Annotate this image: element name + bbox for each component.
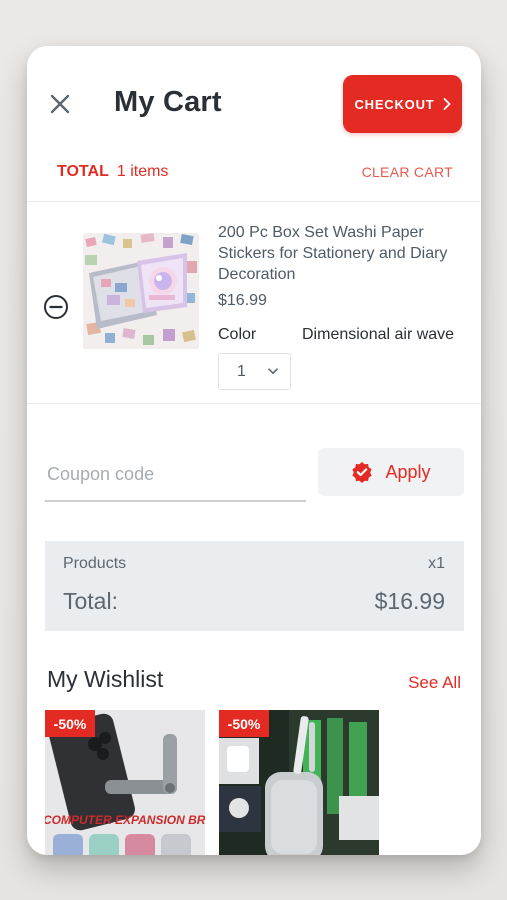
divider bbox=[27, 403, 481, 404]
close-icon[interactable] bbox=[47, 91, 73, 117]
wishlist-item[interactable]: -50% COMPUTER EXPANSION BRACKET bbox=[45, 710, 205, 855]
cart-total-summary: TOTAL 1 items bbox=[57, 163, 168, 181]
product-image[interactable] bbox=[83, 233, 199, 349]
product-price: $16.99 bbox=[218, 292, 267, 309]
apply-label: Apply bbox=[385, 461, 431, 482]
product-name[interactable]: 200 Pc Box Set Washi Paper Stickers for … bbox=[218, 222, 468, 285]
total-value: $16.99 bbox=[374, 588, 445, 614]
quantity-value: 1 bbox=[237, 362, 246, 380]
option-label: Color bbox=[218, 326, 257, 343]
order-summary: Products x1 Total: $16.99 bbox=[45, 541, 464, 631]
total-label: TOTAL bbox=[57, 163, 109, 180]
option-value: Dimensional air wave bbox=[302, 326, 455, 343]
page-title: My Cart bbox=[114, 86, 222, 118]
banner-text: COMPUTER EXPANSION BRACKET bbox=[45, 813, 205, 827]
checkout-button-label: CHECKOUT bbox=[354, 96, 435, 112]
cart-header: My Cart CHECKOUT bbox=[27, 46, 481, 156]
coupon-input[interactable] bbox=[45, 448, 306, 502]
verified-badge-icon bbox=[352, 462, 373, 483]
wishlist-title: My Wishlist bbox=[47, 666, 164, 692]
products-qty: x1 bbox=[428, 555, 445, 572]
divider bbox=[27, 201, 481, 202]
total-label: Total: bbox=[63, 588, 118, 614]
apply-coupon-button[interactable]: Apply bbox=[318, 448, 464, 496]
clear-cart-button[interactable]: CLEAR CART bbox=[362, 164, 453, 180]
discount-badge: -50% bbox=[219, 710, 269, 737]
remove-item-icon[interactable] bbox=[43, 294, 69, 320]
chevron-right-icon bbox=[443, 98, 450, 110]
items-count: 1 items bbox=[116, 163, 169, 180]
discount-badge: -50% bbox=[45, 710, 95, 737]
quantity-select[interactable]: 1 bbox=[218, 353, 291, 390]
products-label: Products bbox=[63, 555, 127, 572]
wishlist-item[interactable]: -50% bbox=[219, 710, 379, 855]
checkout-button[interactable]: CHECKOUT bbox=[343, 75, 462, 133]
cart-panel: My Cart CHECKOUT TOTAL 1 items CLEAR CART bbox=[27, 46, 481, 855]
see-all-link[interactable]: See All bbox=[408, 673, 461, 693]
chevron-down-icon bbox=[268, 368, 278, 374]
